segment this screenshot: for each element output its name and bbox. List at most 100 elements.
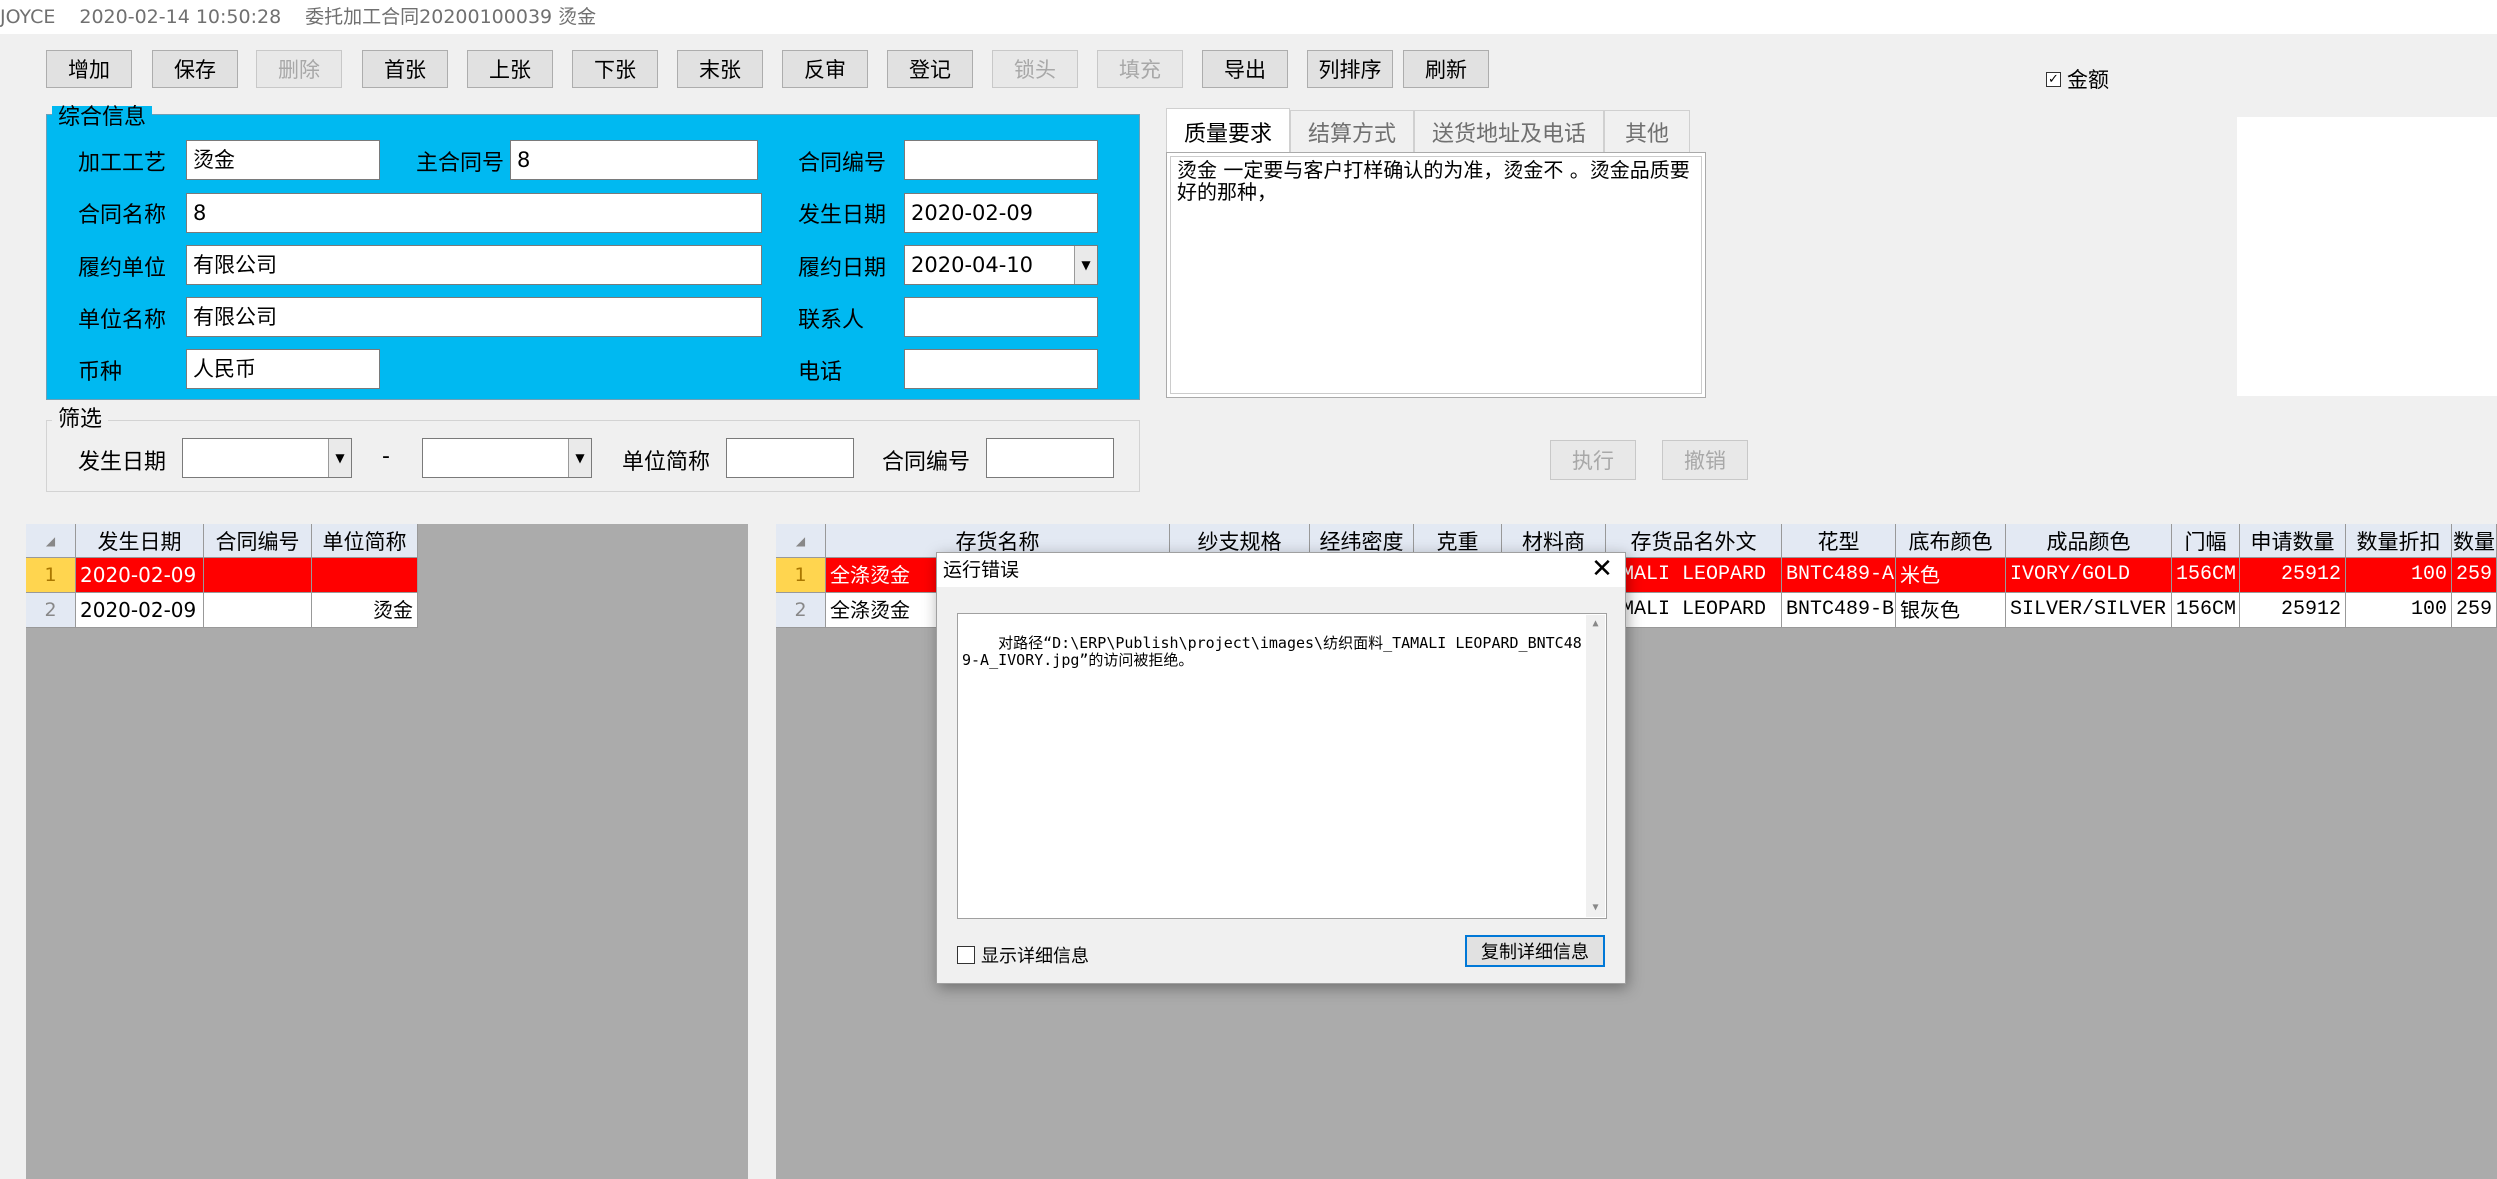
left-cell-unit[interactable]: 烫金 <box>312 593 418 628</box>
left-cell-contract[interactable] <box>204 558 312 593</box>
right-grid-header[interactable]: 数量折扣 <box>2346 524 2452 558</box>
right-grid-header[interactable]: 成品颜色 <box>2006 524 2172 558</box>
right-cell-amount[interactable]: 259 <box>2452 593 2497 628</box>
scroll-up-icon[interactable]: ▲ <box>1586 615 1605 633</box>
scroll-down-icon[interactable]: ▼ <box>1586 899 1605 917</box>
next-button[interactable]: 下张 <box>572 50 658 88</box>
close-icon[interactable]: ✕ <box>1587 555 1617 585</box>
delete-button[interactable]: 删除 <box>256 50 342 88</box>
perform-date-picker[interactable]: 2020-04-10 ▼ <box>904 245 1098 285</box>
right-cell-width[interactable]: 156CM <box>2172 558 2240 593</box>
amount-checkbox[interactable]: ✓ 金额 <box>2046 64 2109 94</box>
right-cell-color[interactable]: IVORY/GOLD <box>2006 558 2172 593</box>
right-cell-qty[interactable]: 25912 <box>2240 558 2346 593</box>
corner-triangle-icon: ◢ <box>45 533 56 548</box>
right-cell-discount[interactable]: 100 <box>2346 593 2452 628</box>
process-label: 加工工艺 <box>78 151 167 176</box>
first-button[interactable]: 首张 <box>362 50 448 88</box>
left-grid-header[interactable]: 单位简称 <box>312 524 418 558</box>
prev-button[interactable]: 上张 <box>467 50 553 88</box>
date-label: 发生日期 <box>798 203 887 228</box>
left-grid-header[interactable]: 合同编号 <box>204 524 312 558</box>
filter-date-to[interactable]: ▼ <box>422 438 592 478</box>
lock-button[interactable]: 锁头 <box>992 50 1078 88</box>
unaudit-button[interactable]: 反审 <box>782 50 868 88</box>
contract-name-input[interactable]: 8 <box>186 193 762 233</box>
date-input[interactable]: 2020-02-09 <box>904 193 1098 233</box>
title-datetime: 2020-02-14 10:50:28 <box>79 6 282 28</box>
process-input[interactable]: 烫金 <box>186 140 380 180</box>
performer-input[interactable]: 有限公司 <box>186 245 762 285</box>
error-dialog: 运行错误 ✕ 对路径“D:\ERP\Publish\project\images… <box>936 552 1626 984</box>
right-cell-width[interactable]: 156CM <box>2172 593 2240 628</box>
right-cell-pattern[interactable]: BNTC489-A <box>1782 558 1896 593</box>
right-grid-header[interactable]: 底布颜色 <box>1896 524 2006 558</box>
contact-input[interactable] <box>904 297 1098 337</box>
corner-triangle-icon: ◢ <box>795 533 806 548</box>
quality-panel: 烫金 一定要与客户打样确认的为准，烫金不 。烫金品质要好的那种， <box>1166 152 1706 398</box>
row-number[interactable]: 2 <box>26 593 76 628</box>
dropdown-arrow-icon[interactable]: ▼ <box>568 439 591 477</box>
right-cell-qty[interactable]: 25912 <box>2240 593 2346 628</box>
save-button[interactable]: 保存 <box>152 50 238 88</box>
right-cell-discount[interactable]: 100 <box>2346 558 2452 593</box>
dropdown-arrow-icon[interactable]: ▼ <box>1074 246 1097 284</box>
filter-title: 筛选 <box>52 408 109 432</box>
left-grid-header[interactable]: 发生日期 <box>76 524 204 558</box>
filter-contract-label: 合同编号 <box>882 450 971 475</box>
error-message-box[interactable]: 对路径“D:\ERP\Publish\project\images\纺织面料_T… <box>957 613 1607 919</box>
performer-label: 履约单位 <box>78 256 167 281</box>
quality-textarea[interactable]: 烫金 一定要与客户打样确认的为准，烫金不 。烫金品质要好的那种， <box>1170 156 1702 394</box>
left-cell-unit[interactable] <box>312 558 418 593</box>
refresh-button[interactable]: 刷新 <box>1403 50 1489 88</box>
fill-button[interactable]: 填充 <box>1097 50 1183 88</box>
right-grid-header[interactable]: 花型 <box>1782 524 1896 558</box>
exec-button[interactable]: 执行 <box>1550 440 1636 480</box>
right-cell-base-color[interactable]: 银灰色 <box>1896 593 2006 628</box>
window-titlebar: JOYCE 2020-02-14 10:50:28 委托加工合同2020010003… <box>0 0 2497 34</box>
row-number[interactable]: 1 <box>776 558 826 593</box>
left-cell-date[interactable]: 2020-02-09 <box>76 558 204 593</box>
splitter[interactable] <box>748 524 776 1179</box>
right-cell-color[interactable]: SILVER/SILVER <box>2006 593 2172 628</box>
right-grid-header[interactable]: 数量 <box>2452 524 2497 558</box>
dropdown-arrow-icon[interactable]: ▼ <box>328 439 351 477</box>
message-scrollbar[interactable]: ▲ ▼ <box>1586 615 1605 917</box>
right-cell-pattern[interactable]: BNTC489-B <box>1782 593 1896 628</box>
currency-label: 币种 <box>78 360 123 385</box>
right-cell-foreign-name[interactable]: AMALI LEOPARD <box>1606 558 1782 593</box>
grid-corner: ◢ <box>26 524 76 558</box>
phone-input[interactable] <box>904 349 1098 389</box>
right-grid-header[interactable]: 存货品名外文 <box>1606 524 1782 558</box>
tab-quality[interactable]: 质量要求 <box>1166 108 1290 154</box>
filter-date-from[interactable]: ▼ <box>182 438 352 478</box>
right-cell-amount[interactable]: 259 <box>2452 558 2497 593</box>
filter-unit-input[interactable] <box>726 438 854 478</box>
export-button[interactable]: 导出 <box>1202 50 1288 88</box>
sort-button[interactable]: 列排序 <box>1307 50 1393 88</box>
copy-details-button[interactable]: 复制详细信息 <box>1465 935 1605 967</box>
unit-input[interactable]: 有限公司 <box>186 297 762 337</box>
right-grid-header[interactable]: 申请数量 <box>2240 524 2346 558</box>
last-button[interactable]: 末张 <box>677 50 763 88</box>
row-number[interactable]: 2 <box>776 593 826 628</box>
tab-delivery[interactable]: 送货地址及电话 <box>1414 110 1604 152</box>
row-number[interactable]: 1 <box>26 558 76 593</box>
add-button[interactable]: 增加 <box>46 50 132 88</box>
left-cell-date[interactable]: 2020-02-09 <box>76 593 204 628</box>
tab-settlement[interactable]: 结算方式 <box>1290 110 1414 152</box>
right-cell-base-color[interactable]: 米色 <box>1896 558 2006 593</box>
show-details-checkbox[interactable]: 显示详细信息 <box>957 942 1089 968</box>
cancel-button[interactable]: 撤销 <box>1662 440 1748 480</box>
register-button[interactable]: 登记 <box>887 50 973 88</box>
tab-other[interactable]: 其他 <box>1604 110 1690 152</box>
filter-dash: - <box>382 444 390 469</box>
currency-input[interactable]: 人民币 <box>186 349 380 389</box>
general-info-title: 综合信息 <box>52 106 153 130</box>
filter-contract-input[interactable] <box>986 438 1114 478</box>
right-cell-foreign-name[interactable]: AMALI LEOPARD <box>1606 593 1782 628</box>
left-cell-contract[interactable] <box>204 593 312 628</box>
right-grid-header[interactable]: 门幅 <box>2172 524 2240 558</box>
contract-no-input[interactable] <box>904 140 1098 180</box>
main-contract-input[interactable]: 8 <box>510 140 758 180</box>
